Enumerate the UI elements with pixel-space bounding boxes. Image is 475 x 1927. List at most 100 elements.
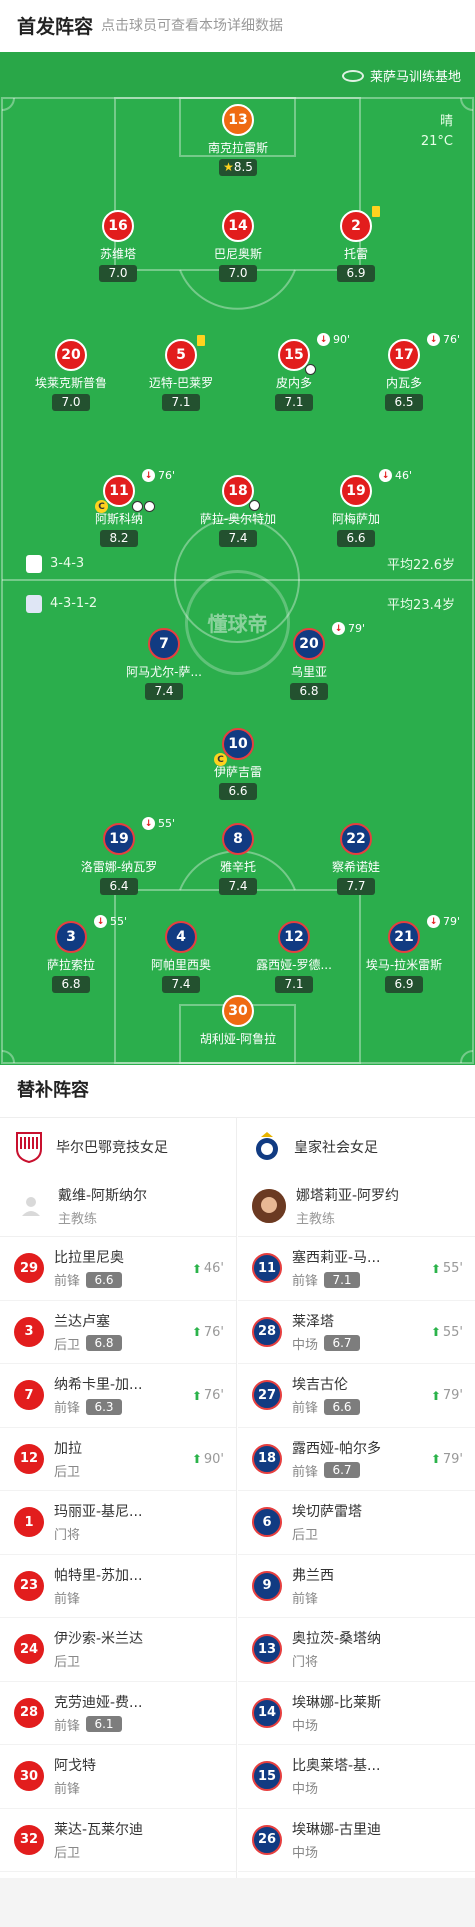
away-team-header[interactable]: 皇家社会女足 bbox=[238, 1118, 475, 1175]
sub-player-row[interactable]: 29 比拉里尼奥 前锋 6.6 ⬆ 46' bbox=[0, 1237, 236, 1301]
temperature-text: 21°C bbox=[420, 134, 453, 149]
player-name: 伊萨吉雷 bbox=[213, 765, 262, 779]
player-name: 埃切萨雷塔 bbox=[292, 1504, 362, 1521]
sub-player-row[interactable]: 13 奥拉茨-桑塔纳 门将 bbox=[238, 1618, 475, 1682]
pitch: 莱萨马训练基地 晴 21°C 懂球帝 3-4-3 平均22.6岁 4-3-1-2… bbox=[0, 52, 475, 1065]
player-rating: 7.0 bbox=[52, 394, 90, 411]
away-player-19[interactable]: 19 ↓ 55' 洛雷娜-纳瓦罗 6.4 bbox=[59, 817, 179, 895]
player-name: 苏维塔 bbox=[99, 247, 136, 261]
player-name: 乌里亚 bbox=[290, 665, 327, 679]
player-name: 南克拉雷斯 bbox=[207, 141, 268, 155]
home-coach[interactable]: 戴维-阿斯纳尔 主教练 bbox=[0, 1175, 236, 1237]
player-name: 露西娅-帕尔多 bbox=[292, 1440, 382, 1457]
sub-player-row[interactable]: 7 纳希卡里-加... 前锋 6.3 ⬆ 76' bbox=[0, 1364, 236, 1428]
player-name: 巴尼奥斯 bbox=[213, 247, 262, 261]
sub-on-icon: ⬆ bbox=[191, 1452, 202, 1466]
sub-off-icon: ↓ bbox=[331, 622, 345, 635]
sub-player-row[interactable]: 30 阿戈特 前锋 bbox=[0, 1745, 236, 1809]
player-number: 18 bbox=[252, 1443, 282, 1474]
player-rating: 6.1 bbox=[86, 1716, 123, 1733]
away-player-21[interactable]: 21 ↓ 79' 埃马-拉米雷斯 6.9 bbox=[344, 915, 464, 993]
player-name: 比拉里尼奥 bbox=[54, 1250, 124, 1267]
player-position: 前锋 bbox=[54, 1274, 81, 1290]
player-number: 21 bbox=[388, 921, 420, 953]
sub-player-row[interactable]: 24 伊沙索-米兰达 后卫 bbox=[0, 1618, 236, 1682]
sub-on-time: ⬆ 76' bbox=[191, 1388, 224, 1403]
away-player-8[interactable]: 8 雅辛托 7.4 bbox=[178, 823, 298, 895]
home-player-16[interactable]: 16 苏维塔 7.0 bbox=[58, 210, 178, 282]
player-name: 阿戈特 bbox=[54, 1758, 96, 1775]
home-player-11[interactable]: 11 ↓ 76' C 阿斯科纳 8.2 bbox=[59, 469, 179, 547]
sub-on-time: ⬆ 46' bbox=[191, 1261, 224, 1276]
venue-label: 莱萨马训练基地 bbox=[341, 66, 461, 85]
home-player-18[interactable]: 18 萨拉-奥尔特加 7.4 bbox=[178, 475, 298, 547]
away-player-7[interactable]: 7 阿马尤尔-萨... 7.4 bbox=[104, 628, 224, 700]
away-player-30[interactable]: 30 胡利娅-阿鲁拉 bbox=[178, 995, 298, 1047]
sub-player-row[interactable]: 6 埃切萨雷塔 后卫 bbox=[238, 1491, 475, 1555]
player-position: 后卫 bbox=[54, 1845, 81, 1861]
captain-badge: C bbox=[95, 500, 108, 513]
player-number: 13 bbox=[252, 1634, 282, 1665]
subs-title: 替补阵容 bbox=[17, 1080, 89, 1101]
away-player-3[interactable]: 3 ↓ 55' 萨拉索拉 6.8 bbox=[11, 915, 131, 993]
player-number: 10 bbox=[222, 728, 254, 760]
home-crest-icon bbox=[26, 554, 42, 573]
player-position: 前锋 bbox=[54, 1718, 81, 1734]
coach-avatar bbox=[252, 1188, 286, 1223]
sub-player-row[interactable]: 14 埃琳娜-比莱斯 中场 bbox=[238, 1682, 475, 1745]
player-name: 比奥莱塔-基... bbox=[292, 1758, 381, 1775]
player-name: 阿帕里西奥 bbox=[150, 958, 211, 972]
player-number: 19 bbox=[340, 475, 372, 507]
sub-player-row[interactable]: 28 莱泽塔 中场 6.7 ⬆ 55' bbox=[238, 1301, 475, 1364]
home-formation: 3-4-3 bbox=[50, 556, 85, 571]
home-player-17[interactable]: 17 ↓ 76' 内瓦多 6.5 bbox=[344, 333, 464, 411]
sub-player-row[interactable]: 11 塞西莉亚-马... 前锋 7.1 ⬆ 55' bbox=[238, 1237, 475, 1301]
home-player-20[interactable]: 20 埃莱克斯普鲁 7.0 bbox=[11, 339, 131, 411]
sub-player-row[interactable]: 3 兰达卢塞 后卫 6.8 ⬆ 76' bbox=[0, 1301, 236, 1364]
bottom-spacer bbox=[0, 1878, 475, 1927]
away-player-10[interactable]: 10 C 伊萨吉雷 6.6 bbox=[178, 728, 298, 800]
coach-role: 主教练 bbox=[296, 1211, 336, 1227]
sub-off-icon: ↓ bbox=[141, 469, 155, 482]
player-number: 16 bbox=[102, 210, 134, 242]
sub-player-row[interactable]: 27 埃吉古伦 前锋 6.6 ⬆ 79' bbox=[238, 1364, 475, 1428]
sub-player-row[interactable]: 1 玛丽亚-基尼... 门将 bbox=[0, 1491, 236, 1555]
sub-player-row[interactable]: 28 克劳迪娅-费... 前锋 6.1 bbox=[0, 1682, 236, 1745]
home-player-2[interactable]: 2 托雷 6.9 bbox=[296, 206, 416, 282]
sub-player-row[interactable]: 15 比奥莱塔-基... 中场 bbox=[238, 1745, 475, 1809]
home-player-13[interactable]: 13 南克拉雷斯 ★8.5 bbox=[178, 104, 298, 176]
away-avg-age: 平均23.4岁 bbox=[387, 598, 455, 613]
home-team-header[interactable]: 毕尔巴鄂竞技女足 bbox=[0, 1118, 236, 1175]
sub-player-row[interactable]: 32 莱达-瓦莱尔迪 后卫 bbox=[0, 1809, 236, 1872]
player-position: 前锋 bbox=[292, 1274, 319, 1290]
venue-name: 莱萨马训练基地 bbox=[369, 70, 461, 85]
player-position: 门将 bbox=[54, 1528, 81, 1544]
sub-player-row[interactable]: 12 加拉 后卫 ⬆ 90' bbox=[0, 1428, 236, 1491]
player-number: 2 bbox=[340, 210, 372, 242]
player-name: 克劳迪娅-费... bbox=[54, 1694, 143, 1711]
player-rating: 6.4 bbox=[100, 878, 138, 895]
player-name: 胡利娅-阿鲁拉 bbox=[199, 1032, 277, 1046]
player-number: 28 bbox=[252, 1316, 282, 1347]
ball-icon bbox=[249, 500, 260, 511]
sub-player-row[interactable]: 18 露西娅-帕尔多 前锋 6.7 ⬆ 79' bbox=[238, 1428, 475, 1491]
player-number: 14 bbox=[252, 1697, 282, 1728]
player-number: 29 bbox=[14, 1253, 44, 1284]
player-number: 20 bbox=[293, 628, 325, 660]
home-player-19[interactable]: 19 ↓ 46' 阿梅萨加 6.6 bbox=[296, 469, 416, 547]
away-coach[interactable]: 娜塔莉亚-阿罗约 主教练 bbox=[238, 1175, 475, 1237]
player-position: 中场 bbox=[292, 1337, 319, 1353]
sub-player-row[interactable]: 9 弗兰西 前锋 bbox=[238, 1555, 475, 1618]
sub-player-row[interactable]: 23 帕特里-苏加... 前锋 bbox=[0, 1555, 236, 1618]
home-player-14[interactable]: 14 巴尼奥斯 7.0 bbox=[178, 210, 298, 282]
home-player-15[interactable]: 15 ↓ 90' 皮内多 7.1 bbox=[234, 333, 354, 411]
player-name: 帕特里-苏加... bbox=[54, 1567, 143, 1584]
away-player-12[interactable]: 12 露西娅-罗德... 7.1 bbox=[234, 921, 354, 993]
away-player-4[interactable]: 4 阿帕里西奥 7.4 bbox=[121, 921, 241, 993]
sub-player-row[interactable]: 26 埃琳娜-古里迪 中场 bbox=[238, 1809, 475, 1872]
home-player-5[interactable]: 5 迈特-巴莱罗 7.1 bbox=[121, 335, 241, 411]
away-player-22[interactable]: 22 察希诺娃 7.7 bbox=[296, 823, 416, 895]
player-name: 纳希卡里-加... bbox=[54, 1377, 143, 1394]
player-number: 22 bbox=[340, 823, 372, 855]
away-player-20[interactable]: 20 ↓ 79' 乌里亚 6.8 bbox=[249, 622, 369, 700]
